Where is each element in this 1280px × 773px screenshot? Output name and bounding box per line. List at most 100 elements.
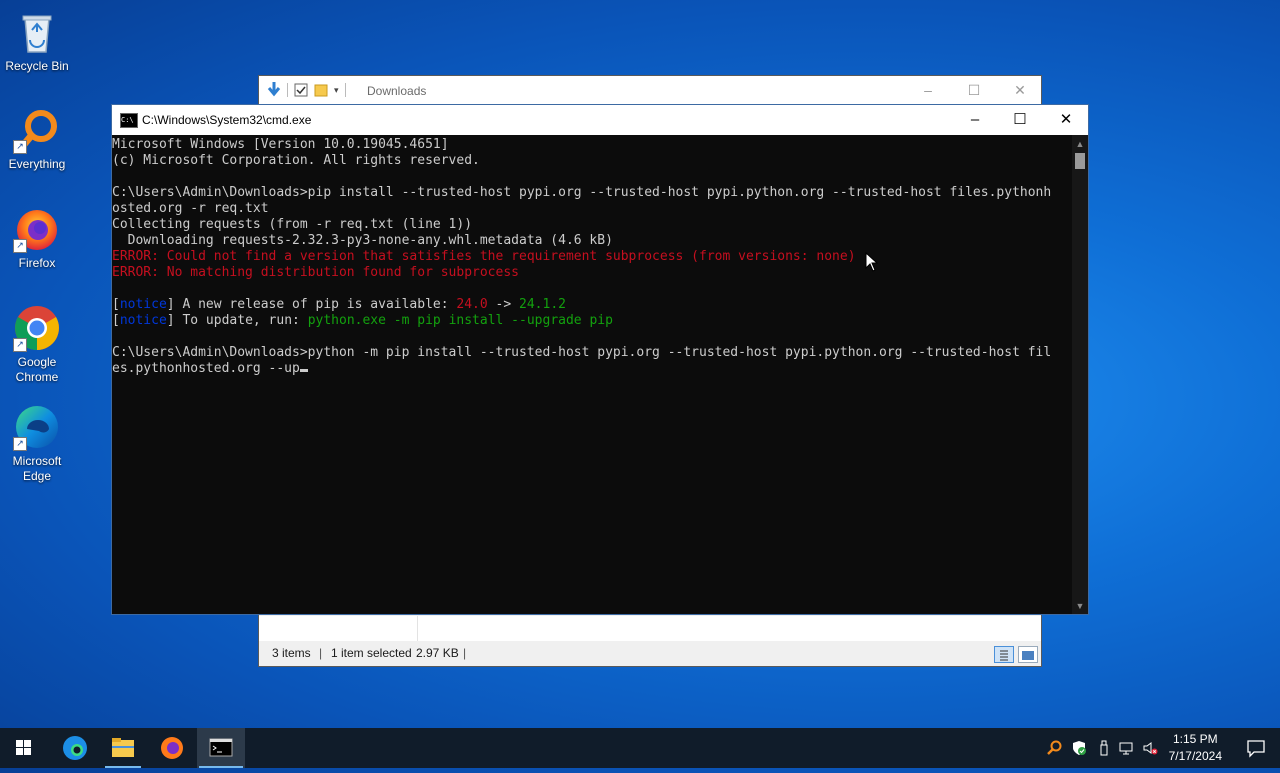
maximize-button[interactable]: ☐ [951, 76, 997, 105]
explorer-titlebar[interactable]: ▾ Downloads – ☐ ✕ [259, 76, 1041, 105]
cmd-titlebar[interactable]: C:\ C:\Windows\System32\cmd.exe – ☐ ✕ [112, 105, 1088, 135]
toolbar-separator [287, 83, 288, 97]
console-line: ERROR: No matching distribution found fo… [112, 265, 1074, 281]
shortcut-arrow-icon: ↗ [13, 338, 27, 352]
security-shield-icon[interactable] [1071, 740, 1087, 756]
volume-muted-icon[interactable] [1142, 740, 1158, 756]
close-button[interactable]: ✕ [1043, 105, 1089, 135]
console-text: es.pythonhosted.org --up [112, 361, 300, 376]
console-text: ERROR: No matching distribution found fo… [112, 265, 519, 280]
file-explorer-icon [112, 738, 134, 757]
console-text: [ [112, 297, 120, 312]
console-text: ] A new release of pip is available: [166, 297, 457, 312]
cmd-window[interactable]: C:\ C:\Windows\System32\cmd.exe – ☐ ✕ Mi… [111, 104, 1089, 615]
pane-divider[interactable] [417, 616, 418, 641]
console-line: Microsoft Windows [Version 10.0.19045.46… [112, 137, 1074, 153]
start-icon [16, 740, 31, 755]
chrome-icon: ↗ [13, 304, 61, 352]
console-text: C:\Users\Admin\Downloads>pip install --t… [112, 185, 1052, 200]
clock-date: 7/17/2024 [1168, 749, 1222, 763]
console-text: Downloading requests-2.32.3-py3-none-any… [112, 233, 613, 248]
explorer-status-bar: 3 items | 1 item selected 2.97 KB | [259, 641, 1041, 666]
console-text: Microsoft Windows [Version 10.0.19045.46… [112, 137, 449, 152]
taskbar-cmd[interactable] [197, 728, 245, 768]
explorer-content-area[interactable] [259, 616, 1041, 641]
console-text: -> [487, 297, 520, 312]
taskbar-file-explorer[interactable] [99, 728, 147, 768]
desktop-icon-label: Firefox [18, 256, 56, 270]
desktop-icon-label: Google Chrome [15, 355, 59, 384]
details-view-button[interactable] [994, 646, 1014, 663]
everything-icon[interactable] [1046, 740, 1062, 756]
console-line: Collecting requests (from -r req.txt (li… [112, 217, 1074, 233]
start-button[interactable] [0, 728, 48, 768]
console-line: es.pythonhosted.org --up [112, 361, 1074, 377]
console-line: ERROR: Could not find a version that sat… [112, 249, 1074, 265]
scroll-up-arrow-icon[interactable]: ▲ [1072, 138, 1088, 150]
desktop-icon-label: Microsoft Edge [12, 454, 62, 483]
desktop-icon-firefox[interactable]: ↗ Firefox [2, 205, 72, 271]
maximize-button[interactable]: ☐ [997, 105, 1043, 135]
download-arrow-icon [267, 82, 281, 97]
console-output[interactable]: Microsoft Windows [Version 10.0.19045.46… [112, 135, 1074, 616]
text-cursor [299, 369, 308, 372]
taskbar-firefox[interactable] [148, 728, 196, 768]
edge-icon [63, 736, 87, 760]
firefox-icon [161, 737, 183, 759]
console-line: [notice] To update, run: python.exe -m p… [112, 313, 1074, 329]
taskbar-clock[interactable]: 1:15 PM 7/17/2024 [1169, 731, 1222, 765]
console-text: [ [112, 313, 120, 328]
desktop-icon-recycle-bin[interactable]: Recycle Bin [2, 8, 72, 74]
console-text: notice [119, 297, 167, 312]
console-text: notice [119, 313, 167, 328]
desktop-icon-label: Everything [8, 157, 66, 171]
console-text: python.exe -m pip install --upgrade pip [307, 313, 613, 328]
console-scrollbar[interactable]: ▲ ▼ [1072, 135, 1088, 614]
edge-icon: ↗ [13, 403, 61, 451]
firefox-icon: ↗ [13, 205, 61, 253]
status-item-count: 3 items [272, 646, 311, 660]
minimize-button[interactable]: – [905, 76, 951, 105]
taskbar-edge[interactable] [51, 728, 99, 768]
large-icons-view-button[interactable] [1018, 646, 1038, 663]
cmd-icon: C:\ [120, 113, 138, 128]
scroll-down-arrow-icon[interactable]: ▼ [1072, 600, 1088, 612]
desktop-icon-everything[interactable]: ↗ Everything [2, 106, 72, 172]
network-icon[interactable] [1119, 740, 1135, 756]
console-line: C:\Users\Admin\Downloads>python -m pip i… [112, 345, 1074, 361]
console-text: 24.1.2 [519, 297, 566, 312]
desktop-icon-edge[interactable]: ↗ Microsoft Edge [2, 403, 72, 484]
status-size: 2.97 KB [416, 646, 459, 660]
recycle-bin-icon [13, 8, 61, 56]
usb-device-icon[interactable] [1096, 740, 1112, 756]
console-text: ERROR: Could not find a version that sat… [112, 249, 856, 264]
console-line: C:\Users\Admin\Downloads>pip install --t… [112, 185, 1074, 201]
clock-time: 1:15 PM [1172, 732, 1218, 746]
quick-access-toolbar: ▾ [267, 82, 346, 98]
shortcut-arrow-icon: ↗ [13, 239, 27, 253]
toolbar-separator [344, 83, 346, 97]
scrollbar-thumb[interactable] [1075, 153, 1085, 169]
explorer-title: Downloads [367, 84, 427, 98]
action-center-icon[interactable] [1246, 738, 1266, 758]
desktop-icon-label: Recycle Bin [5, 59, 69, 73]
close-button[interactable]: ✕ [997, 76, 1043, 105]
shortcut-arrow-icon: ↗ [13, 140, 27, 154]
customize-toolbar-icon[interactable]: ▾ [334, 85, 339, 96]
mouse-pointer-icon [865, 252, 879, 272]
console-text: 24.0 [456, 297, 488, 312]
desktop-icon-chrome[interactable]: ↗ Google Chrome [2, 304, 72, 385]
status-selected: 1 item selected [331, 646, 412, 660]
properties-icon[interactable] [294, 83, 308, 97]
search-magnifier-icon: ↗ [13, 106, 61, 154]
status-separator: | [463, 646, 467, 660]
large-icons-view-icon [1022, 651, 1034, 660]
minimize-button[interactable]: – [952, 105, 998, 135]
console-line: (c) Microsoft Corporation. All rights re… [112, 153, 1074, 169]
new-folder-icon[interactable] [314, 83, 328, 97]
console-text: C:\Users\Admin\Downloads>python -m pip i… [112, 345, 1052, 360]
console-line: [notice] A new release of pip is availab… [112, 297, 1074, 313]
